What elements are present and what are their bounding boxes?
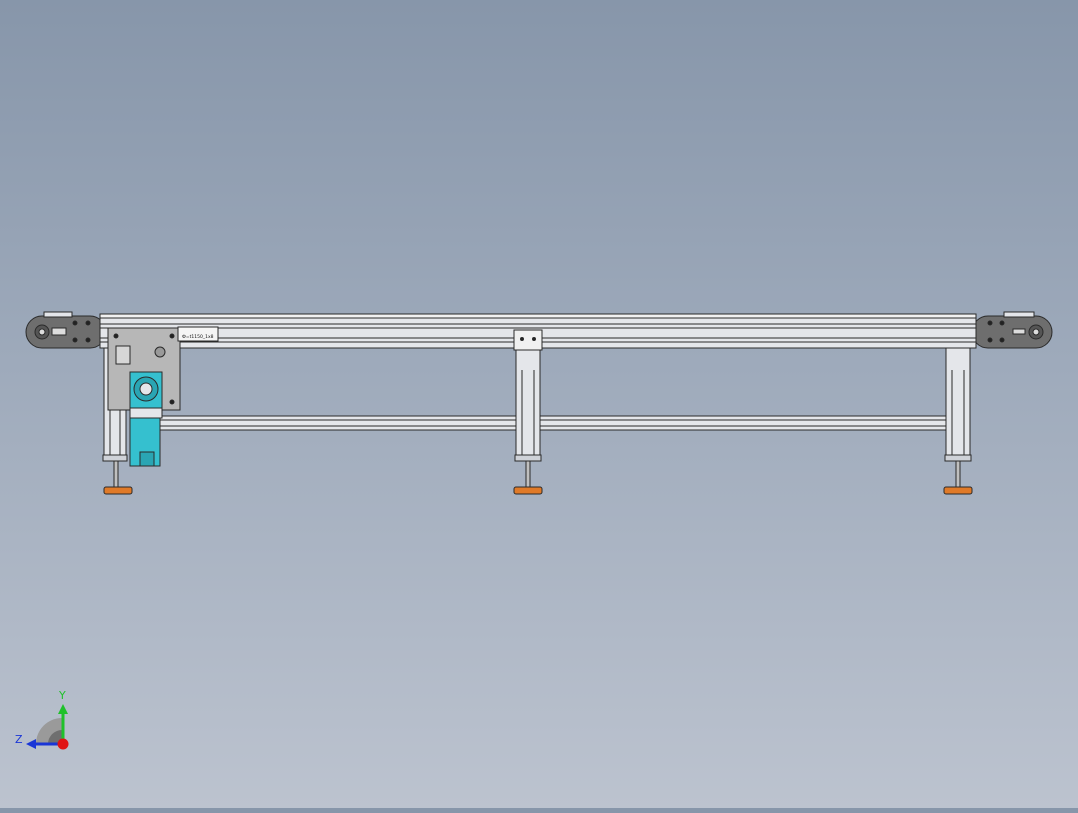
y-axis-label: Y	[58, 689, 66, 702]
leg-right	[943, 347, 973, 495]
right-end-cap	[967, 311, 1053, 349]
z-axis-label: Z	[15, 733, 23, 746]
left-end-cap	[25, 311, 109, 349]
leg-middle	[513, 329, 543, 495]
gear-motor	[129, 371, 163, 467]
nameplate-text: Ф=t1150_1x8	[182, 334, 214, 340]
origin-icon	[57, 738, 69, 750]
orientation-triad[interactable]: Y Z	[15, 689, 69, 750]
nameplate: Ф=t1150_1x8	[177, 326, 219, 342]
lower-cross-beam	[159, 415, 951, 431]
conveyor-assembly[interactable]: Ф=t1150_1x8	[25, 311, 1053, 495]
cad-viewport[interactable]: Ф=t1150_1x8 Y Z	[0, 0, 1078, 808]
